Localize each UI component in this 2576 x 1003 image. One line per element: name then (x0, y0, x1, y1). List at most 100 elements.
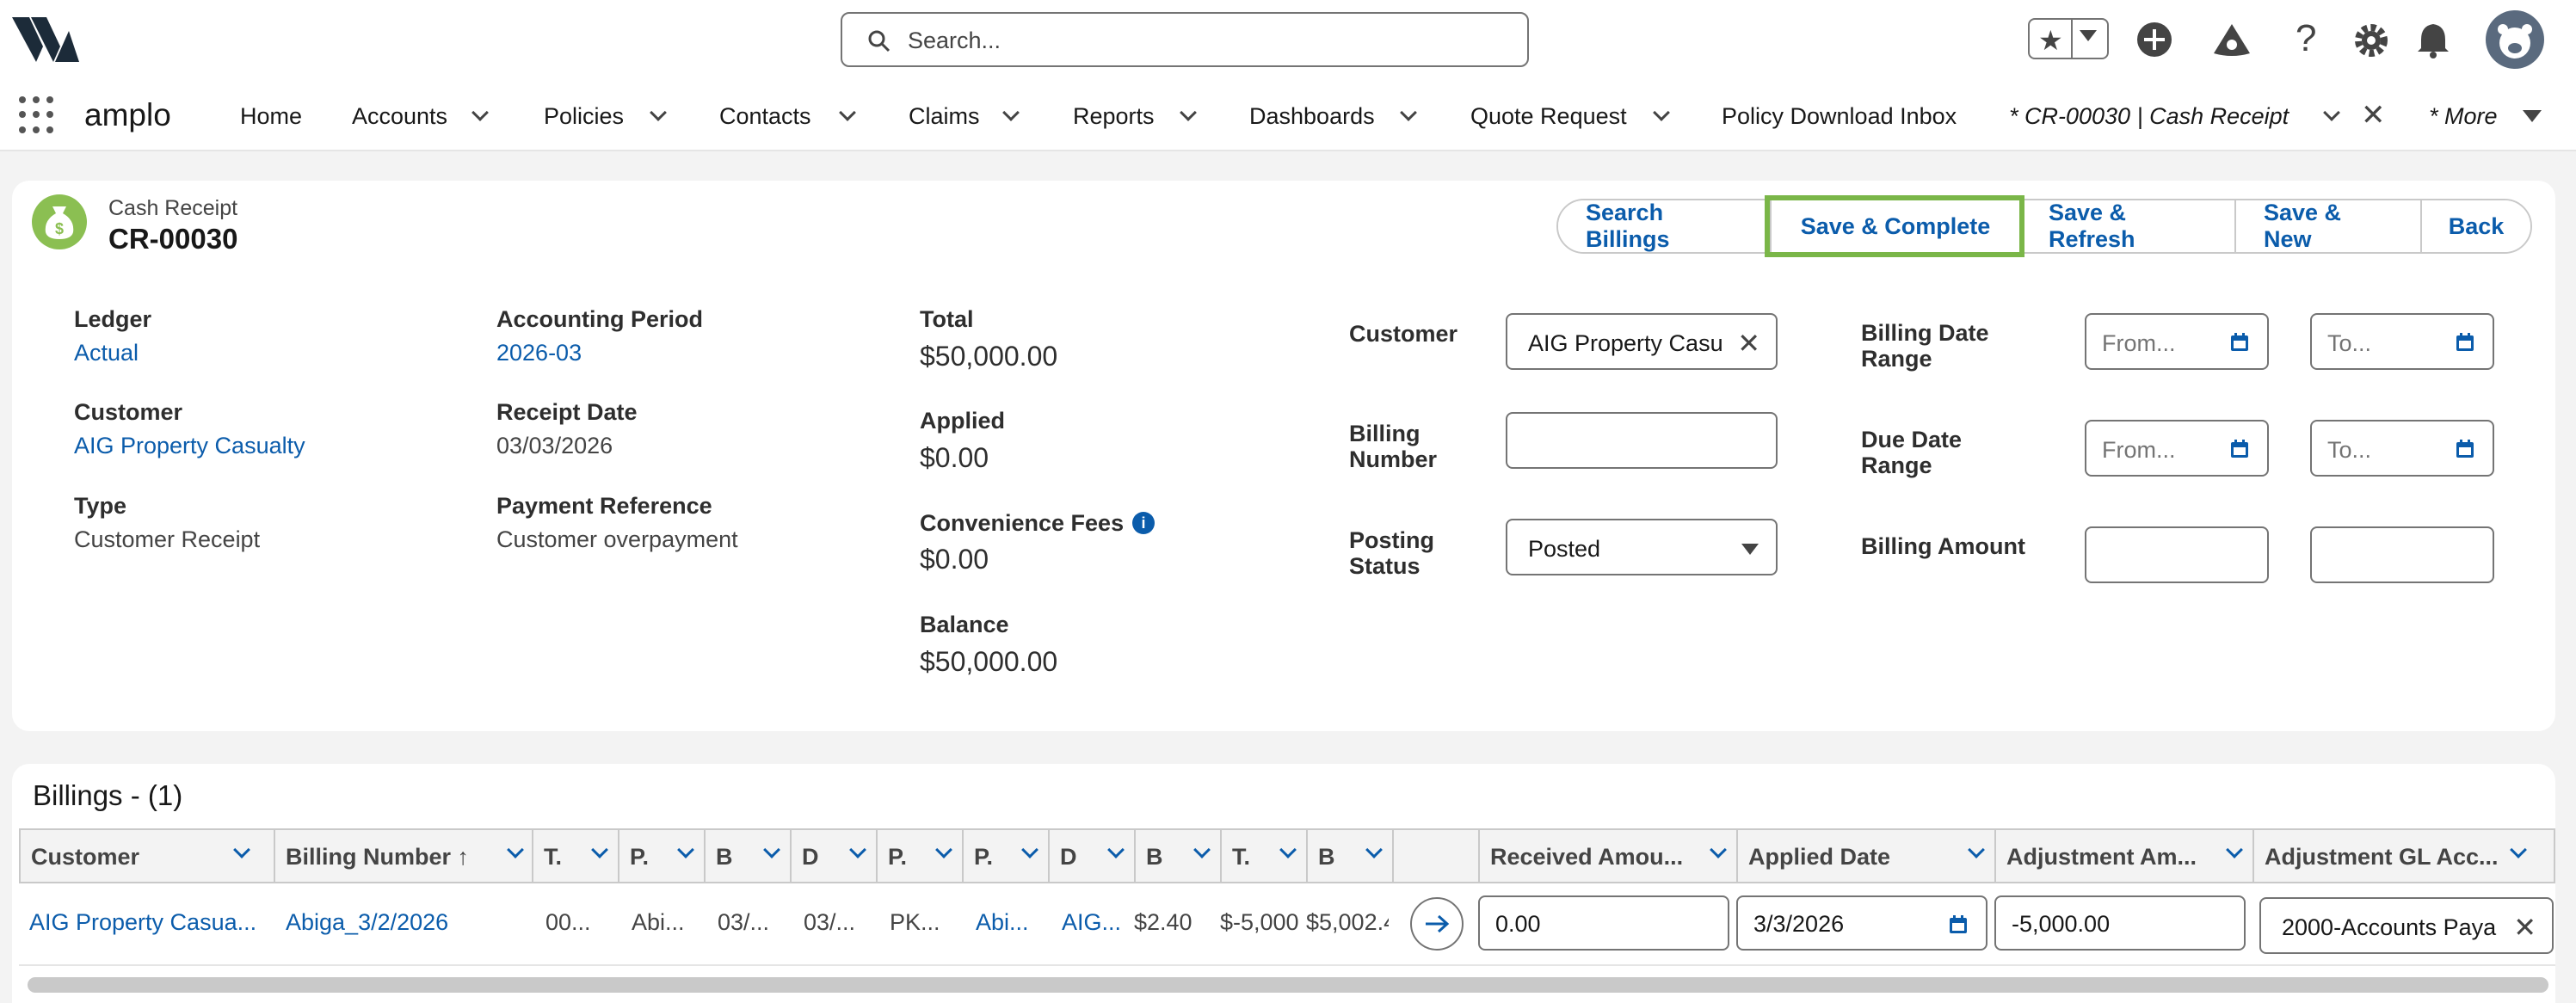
calendar-icon[interactable] (2455, 332, 2475, 353)
nav-reports[interactable]: Reports (1073, 103, 1155, 130)
applied-value: $0.00 (920, 442, 989, 473)
convenience-fees-value: $0.00 (920, 544, 989, 575)
user-avatar[interactable] (2486, 10, 2544, 69)
col-received-amount[interactable]: Received Amou... (1480, 830, 1738, 882)
search-placeholder: Search... (908, 28, 1001, 53)
save-refresh-button[interactable]: Save & Refresh (2019, 200, 2234, 252)
calendar-icon[interactable] (2229, 439, 2250, 459)
row-cell: $5,002.4 (1306, 909, 1389, 935)
billing-date-to-input[interactable]: To... (2310, 313, 2494, 370)
save-new-button[interactable]: Save & New (2234, 200, 2420, 252)
search-icon (868, 30, 891, 52)
row-cell: 03/... (718, 909, 770, 935)
avatar-icon (2498, 24, 2532, 58)
posting-status-select[interactable]: Posted (1506, 519, 1778, 575)
save-complete-button[interactable]: Save & Complete (1765, 195, 2024, 257)
search-billings-button[interactable]: Search Billings (1558, 200, 1770, 252)
row-cell: PK... (890, 909, 940, 935)
calendar-icon[interactable] (1948, 914, 1969, 935)
trailhead-icon[interactable] (2212, 22, 2252, 58)
nav-more[interactable]: * More (2429, 103, 2498, 130)
table-row: AIG Property Casua... Abiga_3/2/2026 00.… (19, 883, 2555, 966)
nav-claims[interactable]: Claims (909, 103, 980, 130)
arrow-right-icon (1426, 914, 1450, 933)
global-search-input[interactable]: Search... (841, 12, 1529, 67)
filter-customer-input[interactable]: AIG Property Casu ✕ (1506, 313, 1778, 370)
caret-down-icon[interactable] (2080, 30, 2097, 41)
nav-contacts[interactable]: Contacts (719, 103, 811, 130)
favorites-button[interactable]: ★ (2028, 18, 2109, 59)
calendar-icon[interactable] (2455, 439, 2475, 459)
col-customer[interactable]: Customer (21, 830, 275, 882)
info-icon[interactable]: i (1132, 512, 1155, 534)
col-p2[interactable]: P. (878, 830, 964, 882)
clear-icon[interactable]: ✕ (2508, 911, 2536, 944)
horizontal-scrollbar[interactable] (28, 977, 2548, 993)
col-applied-date[interactable]: Applied Date (1738, 830, 1996, 882)
caret-down-icon[interactable] (2523, 110, 2542, 122)
billing-number-input[interactable] (1506, 412, 1778, 469)
col-d[interactable]: D (792, 830, 878, 882)
due-date-from-input[interactable]: From... (2085, 420, 2269, 477)
customer-value[interactable]: AIG Property Casualty (74, 433, 305, 459)
col-adjustment-amount[interactable]: Adjustment Am... (1996, 830, 2254, 882)
nav-accounts[interactable]: Accounts (352, 103, 447, 130)
col-p3[interactable]: P. (964, 830, 1050, 882)
applied-label: Applied (920, 408, 1005, 434)
nav-quote-request[interactable]: Quote Request (1470, 103, 1627, 130)
due-date-to-input[interactable]: To... (2310, 420, 2494, 477)
ledger-value[interactable]: Actual (74, 340, 139, 366)
app-launcher[interactable] (19, 96, 57, 134)
apply-arrow-button[interactable] (1410, 897, 1464, 951)
receipt-date-value: 03/03/2026 (496, 433, 613, 458)
row-cell: Abi... (632, 909, 685, 935)
col-t[interactable]: T. (533, 830, 619, 882)
company-logo[interactable] (12, 15, 79, 64)
billing-amount-max-input[interactable] (2310, 526, 2494, 583)
adjustment-gl-account-input[interactable]: 2000-Accounts Paya ✕ (2259, 897, 2554, 954)
row-customer[interactable]: AIG Property Casua... (29, 909, 267, 936)
col-t2[interactable]: T. (1222, 830, 1308, 882)
row-link[interactable]: Abi... (976, 909, 1041, 936)
billing-amount-min-input[interactable] (2085, 526, 2269, 583)
money-bag-icon: $ (32, 194, 87, 249)
star-icon: ★ (2038, 25, 2063, 56)
col-p[interactable]: P. (619, 830, 706, 882)
row-link[interactable]: AIG... (1062, 909, 1127, 936)
close-tab-icon[interactable]: ✕ (2361, 98, 2386, 132)
adjustment-amount-input[interactable]: -5,000.00 (1994, 895, 2246, 951)
tab-cash-receipt[interactable]: * CR-00030 | Cash Receipt (2009, 103, 2289, 130)
applied-date-input[interactable]: 3/3/2026 (1736, 895, 1987, 951)
col-b2[interactable]: B (1136, 830, 1222, 882)
received-amount-input[interactable]: 0.00 (1478, 895, 1729, 951)
filter-customer-value: AIG Property Casu (1528, 330, 1723, 356)
gear-icon[interactable] (2353, 22, 2389, 58)
clear-icon[interactable]: ✕ (1737, 327, 1760, 360)
help-icon[interactable]: ? (2296, 17, 2316, 60)
from-placeholder: From... (2102, 437, 2176, 463)
col-d2[interactable]: D (1050, 830, 1136, 882)
add-icon[interactable] (2135, 21, 2173, 58)
row-billing-number[interactable]: Abiga_3/2/2026 (286, 909, 523, 936)
nav-dashboards[interactable]: Dashboards (1249, 103, 1375, 130)
billing-date-range-label: Billing Date Range (1861, 320, 1989, 372)
accounting-period-label: Accounting Period (496, 306, 704, 332)
accounting-period-value[interactable]: 2026-03 (496, 340, 582, 366)
bell-icon[interactable] (2416, 21, 2450, 58)
divider (2071, 20, 2073, 58)
back-button[interactable]: Back (2420, 200, 2530, 252)
calendar-icon[interactable] (2229, 332, 2250, 353)
to-placeholder: To... (2327, 437, 2372, 463)
col-b3[interactable]: B (1308, 830, 1394, 882)
col-adjustment-gl-account[interactable]: Adjustment GL Acc... (2254, 830, 2554, 882)
col-b[interactable]: B (706, 830, 792, 882)
row-cell: $-5,000 (1220, 909, 1299, 935)
col-billing-number[interactable]: Billing Number ↑ (275, 830, 533, 882)
nav-policies[interactable]: Policies (544, 103, 624, 130)
billing-date-from-input[interactable]: From... (2085, 313, 2269, 370)
row-cell: 00... (545, 909, 591, 935)
nav-home[interactable]: Home (240, 103, 302, 130)
record-title: CR-00030 (108, 223, 238, 255)
nav-policy-download-inbox[interactable]: Policy Download Inbox (1722, 103, 1957, 130)
customer-label: Customer (74, 399, 183, 425)
